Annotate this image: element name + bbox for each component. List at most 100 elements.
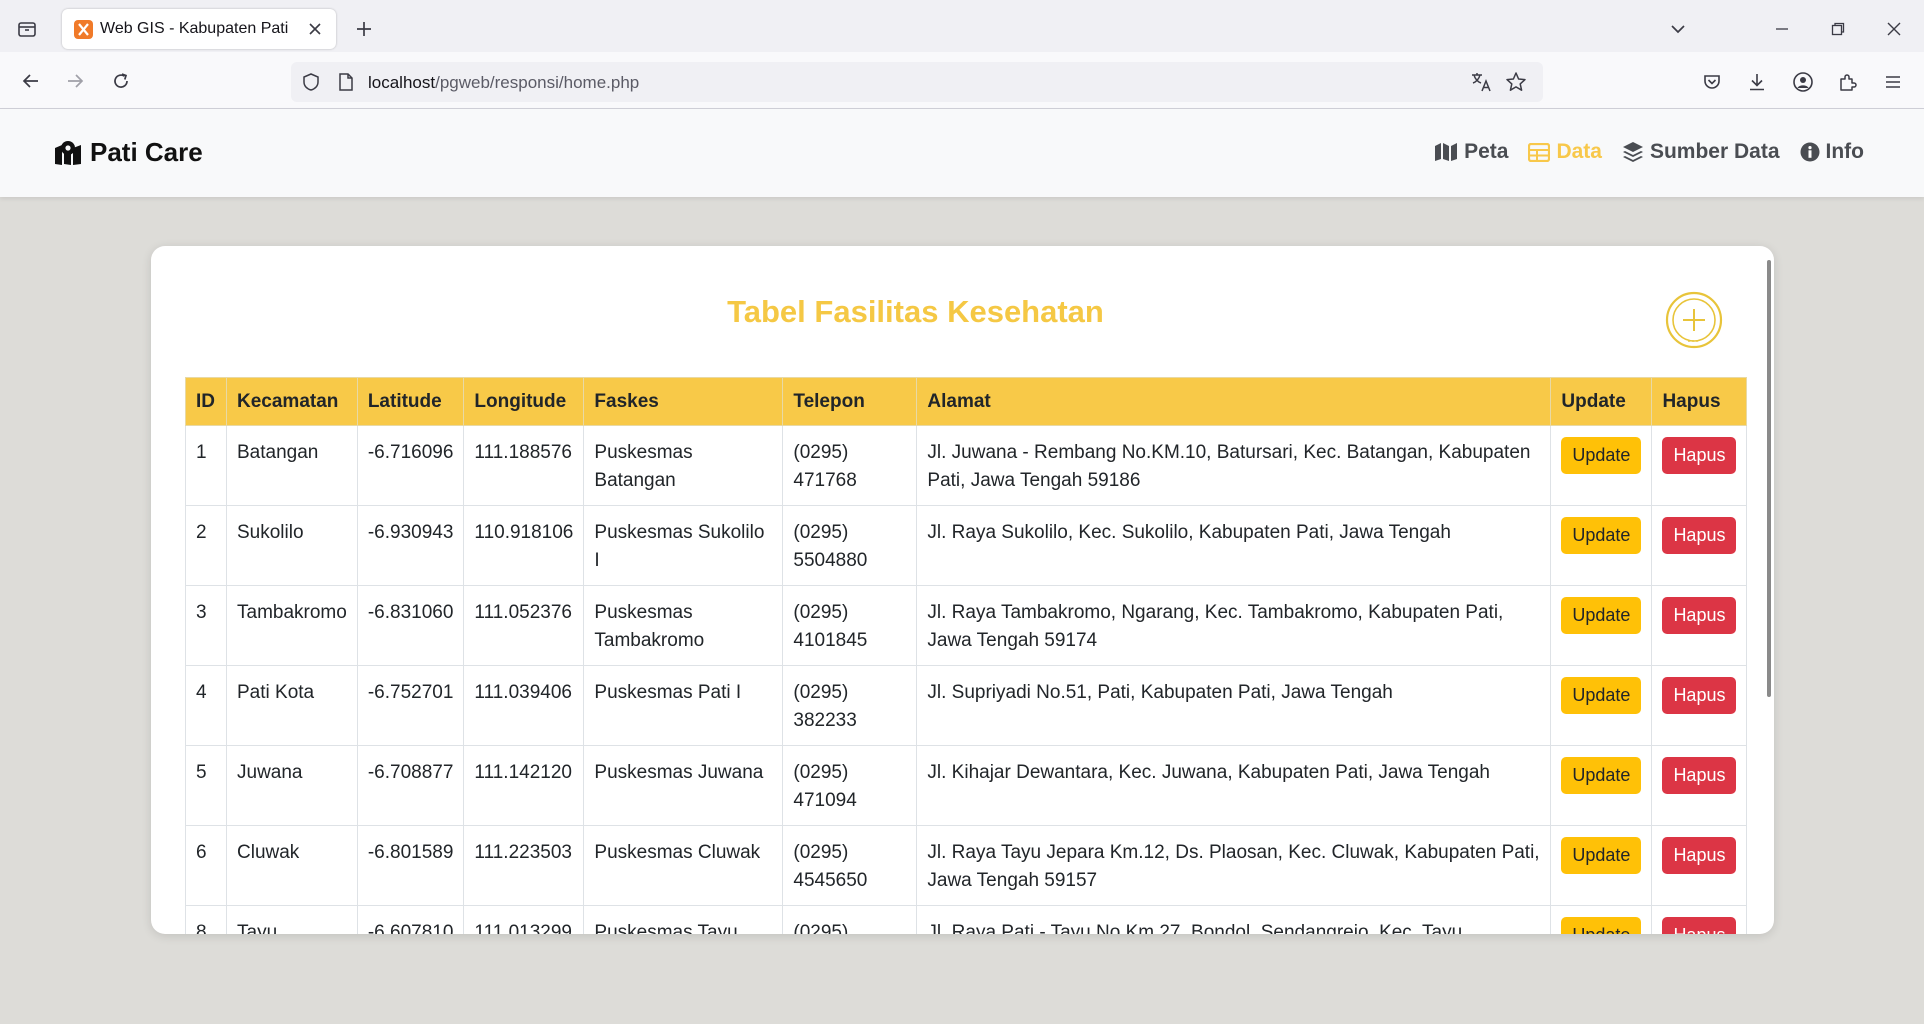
shield-icon[interactable] [299,70,323,94]
hapus-button[interactable]: Hapus [1662,437,1737,474]
update-button[interactable]: Update [1561,677,1642,714]
header-id: ID [185,377,227,426]
url-path: /pgweb/responsi/home.php [435,73,640,92]
app-menu-icon[interactable] [1880,69,1906,95]
cell-alamat: Jl. Kihajar Dewantara, Kec. Juwana, Kabu… [916,745,1552,826]
add-circle-icon [1665,291,1723,349]
header-telepon: Telepon [782,377,918,426]
hapus-button[interactable]: Hapus [1662,837,1737,874]
minimize-icon[interactable] [1770,17,1794,41]
extensions-icon[interactable] [1835,69,1861,95]
address-bar[interactable]: localhost/pgweb/responsi/home.php [291,62,1543,102]
url-text[interactable]: localhost/pgweb/responsi/home.php [368,73,639,93]
cell-telepon: (0295) 382233 [782,665,918,746]
add-data-button[interactable] [1665,291,1723,349]
cell-kecamatan: Tayu [226,905,358,934]
back-icon[interactable] [18,68,44,94]
card-scrollbar[interactable] [1767,260,1771,697]
cell-longitude: 111.052376 [463,585,585,666]
cell-latitude: -6.708877 [356,745,465,826]
hapus-button[interactable]: Hapus [1662,597,1737,634]
hapus-button[interactable]: Hapus [1662,677,1737,714]
cell-update: Update [1550,825,1653,906]
menu-label-sumber-data: Sumber Data [1649,140,1780,163]
hapus-button[interactable]: Hapus [1662,917,1737,934]
cell-latitude: -6.801589 [356,825,465,906]
cell-telepon: (0295) 471768 [782,425,918,506]
cell-update: Update [1550,585,1653,666]
site-navbar: Pati Care Peta Data Sumber Data Info [0,109,1924,197]
cell-latitude: -6.716096 [356,425,465,506]
info-icon [1800,142,1820,162]
translate-icon[interactable] [1469,70,1493,94]
cell-faskes: Puskesmas Tambakromo [583,585,784,666]
cell-latitude: -6.752701 [356,665,465,746]
menu-label-data: Data [1556,140,1602,163]
menu-item-data[interactable]: Data [1528,140,1602,164]
cell-hapus: Hapus [1651,425,1748,506]
close-window-icon[interactable] [1882,17,1906,41]
cell-id: 8 [185,905,227,934]
cell-faskes: Puskesmas Tayu [583,905,784,934]
cell-hapus: Hapus [1651,745,1748,826]
map-location-icon [55,140,81,165]
cell-latitude: -6.930943 [356,505,465,586]
cell-hapus: Hapus [1651,905,1748,934]
cell-id: 4 [185,665,227,746]
cell-id: 5 [185,745,227,826]
menu-item-info[interactable]: Info [1800,140,1864,164]
update-button[interactable]: Update [1561,597,1642,634]
table-row: 6 Cluwak -6.801589 111.223503 Puskesmas … [185,825,1748,906]
list-all-tabs-icon[interactable] [1666,17,1690,41]
tab-list-icon[interactable] [14,16,40,42]
table-row: 4 Pati Kota -6.752701 111.039406 Puskesm… [185,665,1748,746]
cell-telepon: (0295) 5504880 [782,505,918,586]
faskes-table: ID Kecamatan Latitude Longitude Faskes T… [185,377,1748,934]
menu-item-sumber-data[interactable]: Sumber Data [1622,140,1780,164]
xampp-favicon-icon [74,20,93,39]
restore-icon[interactable] [1826,17,1850,41]
new-tab-icon[interactable] [351,16,377,42]
header-alamat: Alamat [916,377,1552,426]
header-faskes: Faskes [583,377,784,426]
cell-longitude: 111.013299 [463,905,585,934]
downloads-icon[interactable] [1744,69,1770,95]
cell-id: 6 [185,825,227,906]
cell-faskes: Puskesmas Pati I [583,665,784,746]
pocket-icon[interactable] [1699,69,1725,95]
forward-icon[interactable] [62,68,88,94]
cell-telepon: (0295) 4101845 [782,585,918,666]
update-button[interactable]: Update [1561,917,1642,934]
hapus-button[interactable]: Hapus [1662,757,1737,794]
page-icon[interactable] [334,70,358,94]
update-button[interactable]: Update [1561,437,1642,474]
cell-alamat: Jl. Raya Sukolilo, Kec. Sukolilo, Kabupa… [916,505,1552,586]
table-icon [1528,142,1551,162]
brand-name: Pati Care [90,137,203,167]
cell-hapus: Hapus [1651,505,1748,586]
close-tab-icon[interactable] [304,18,326,40]
menu-item-peta[interactable]: Peta [1434,140,1508,164]
table-row: 3 Tambakromo -6.831060 111.052376 Puskes… [185,585,1748,666]
cell-alamat: Jl. Supriyadi No.51, Pati, Kabupaten Pat… [916,665,1552,746]
bookmark-star-icon[interactable] [1504,70,1528,94]
table-row: 1 Batangan -6.716096 111.188576 Puskesma… [185,425,1748,506]
cell-alamat: Jl. Raya Pati - Tayu No.Km.27, Bondol, S… [916,905,1552,934]
cell-hapus: Hapus [1651,585,1748,666]
hapus-button[interactable]: Hapus [1662,517,1737,554]
site-menu: Peta Data Sumber Data Info [1434,140,1864,164]
menu-label-info: Info [1825,140,1864,163]
account-icon[interactable] [1790,69,1816,95]
brand-link[interactable]: Pati Care [54,137,203,168]
reload-icon[interactable] [108,68,134,94]
cell-kecamatan: Tambakromo [226,585,358,666]
update-button[interactable]: Update [1561,837,1642,874]
browser-tab[interactable]: Web GIS - Kabupaten Pati [62,9,336,49]
update-button[interactable]: Update [1561,757,1642,794]
cell-faskes: Puskesmas Batangan [583,425,784,506]
url-host: localhost [368,73,436,92]
update-button[interactable]: Update [1561,517,1642,554]
cell-kecamatan: Batangan [226,425,358,506]
cell-update: Update [1550,745,1653,826]
cell-kecamatan: Pati Kota [226,665,358,746]
